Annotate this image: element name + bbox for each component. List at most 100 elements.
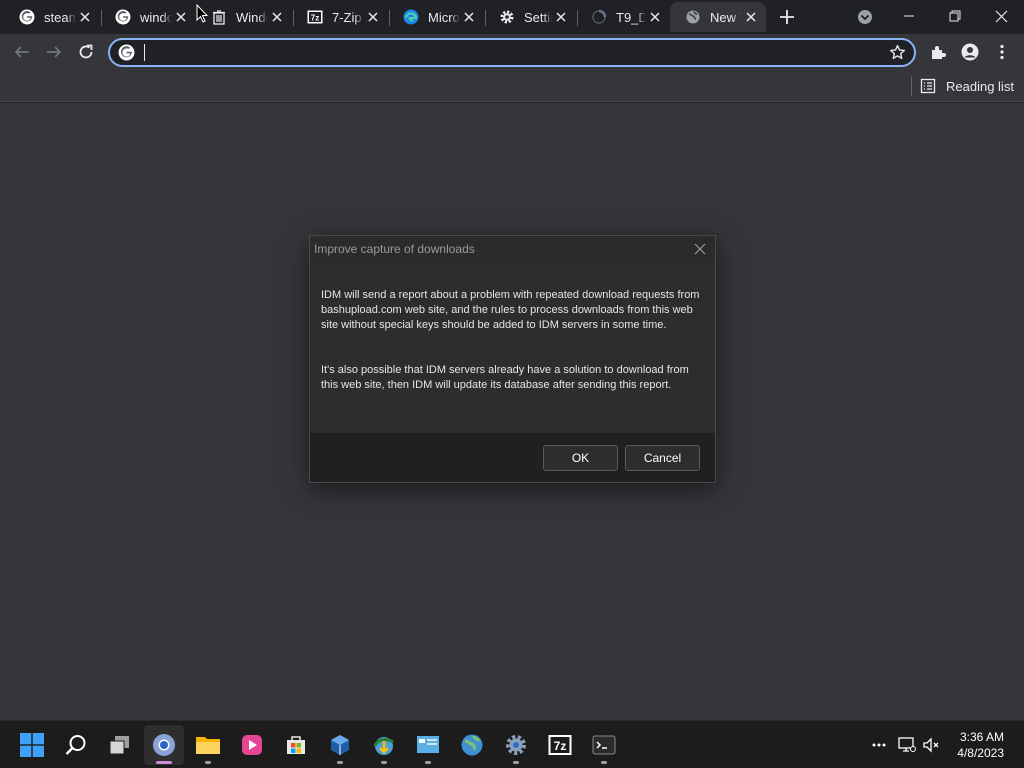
- close-tab-icon[interactable]: [742, 8, 760, 26]
- taskbar-7zip[interactable]: 7z: [540, 725, 580, 765]
- 7zip-icon: 7z: [306, 8, 324, 26]
- taskbar-chrome[interactable]: [144, 725, 184, 765]
- taskbar-search-button[interactable]: [56, 725, 96, 765]
- minimize-button[interactable]: [886, 0, 932, 32]
- taskbar-microsoft-store[interactable]: [276, 725, 316, 765]
- puzzle-icon: [932, 46, 946, 59]
- tab-t9-dl[interactable]: T9_Dl: [576, 2, 670, 32]
- tab-title: New Tab: [710, 9, 742, 25]
- tab-title: Settings: [524, 9, 552, 25]
- active-indicator: [156, 761, 172, 764]
- google-icon: [118, 44, 135, 66]
- google-icon: [114, 8, 132, 26]
- close-tab-icon[interactable]: [172, 8, 190, 26]
- tab-title: windows: [140, 9, 172, 25]
- tab-settings[interactable]: Settings: [484, 2, 576, 32]
- taskbar-idm[interactable]: [364, 725, 404, 765]
- bookmarks-divider: [911, 76, 912, 96]
- start-icon: [20, 733, 44, 757]
- menu-button[interactable]: [986, 36, 1018, 68]
- reading-list-label: Reading list: [946, 78, 1014, 94]
- dialog-message-1: IDM will send a report about a problem w…: [321, 289, 700, 331]
- control-panel-icon: [417, 736, 439, 753]
- extensions-button[interactable]: [922, 36, 954, 68]
- terminal-icon: [592, 735, 616, 755]
- close-tab-icon[interactable]: [76, 8, 94, 26]
- media-player-icon: [242, 735, 262, 755]
- back-button[interactable]: [6, 36, 38, 68]
- volume-muted-icon: [923, 737, 939, 753]
- task-view-icon: [109, 736, 129, 755]
- close-tab-icon[interactable]: [552, 8, 570, 26]
- restore-icon: [949, 10, 961, 22]
- profile-icon: [961, 43, 979, 61]
- tab-steam[interactable]: steam: [4, 2, 100, 32]
- network-icon: [898, 737, 916, 752]
- dialog-close-button[interactable]: [694, 242, 706, 260]
- ok-button[interactable]: OK: [543, 445, 618, 471]
- close-tab-icon[interactable]: [364, 8, 382, 26]
- reading-list-button[interactable]: Reading list: [920, 75, 1014, 97]
- kebab-menu-icon: [1000, 44, 1004, 60]
- system-clock[interactable]: 3:36 AM 4/8/2023: [957, 729, 1004, 761]
- start-button[interactable]: [12, 725, 52, 765]
- chevron-down-icon: [858, 10, 872, 24]
- tab-title: Windows: [236, 9, 268, 25]
- tab-strip: steam windows Windows 7z 7-Zip Microsoft: [0, 0, 1024, 34]
- globe-icon: [461, 734, 483, 756]
- dialog-body: IDM will send a report about a problem w…: [310, 262, 715, 433]
- dialog-titlebar: Improve capture of downloads: [310, 236, 715, 262]
- microsoft-store-icon: [287, 736, 305, 754]
- tab-search-button[interactable]: [849, 1, 881, 33]
- profile-button[interactable]: [954, 36, 986, 68]
- taskbar-file-explorer[interactable]: [188, 725, 228, 765]
- taskbar-virtualbox[interactable]: [320, 725, 360, 765]
- taskbar-media-player[interactable]: [232, 725, 272, 765]
- taskbar-settings[interactable]: [496, 725, 536, 765]
- close-tab-icon[interactable]: [460, 8, 478, 26]
- new-tab-button[interactable]: [771, 1, 803, 33]
- restore-button[interactable]: [932, 0, 978, 32]
- globe-icon: [684, 8, 702, 26]
- taskbar: 7z 3:36 AM 4/8/2023: [0, 720, 1024, 768]
- volume-status[interactable]: [920, 733, 942, 757]
- svg-text:7z: 7z: [311, 14, 319, 23]
- close-window-button[interactable]: [978, 0, 1024, 32]
- google-icon: [18, 8, 36, 26]
- mouse-cursor-icon: [196, 4, 208, 23]
- clock-time: 3:36 AM: [959, 730, 1004, 744]
- tab-title: 7-Zip: [332, 9, 362, 25]
- taskbar-globe[interactable]: [452, 725, 492, 765]
- virtualbox-icon: [331, 735, 349, 755]
- close-icon: [995, 10, 1007, 22]
- address-bar[interactable]: [108, 38, 916, 67]
- tab-microsoft[interactable]: Microsoft: [388, 2, 484, 32]
- forward-button[interactable]: [38, 36, 70, 68]
- settings-icon: [506, 735, 526, 755]
- arrow-right-icon: [47, 46, 62, 58]
- bookmarks-bar: Reading list: [0, 70, 1024, 102]
- network-status[interactable]: [896, 733, 918, 757]
- taskbar-control-panel[interactable]: [408, 725, 448, 765]
- dialog-footer: OK Cancel: [310, 433, 715, 482]
- tab-windows-2[interactable]: Windows: [196, 2, 292, 32]
- clock-date: 4/8/2023: [957, 746, 1004, 760]
- show-hidden-icons-button[interactable]: [868, 733, 890, 757]
- tab-title: Microsoft: [428, 9, 460, 25]
- tab-7zip[interactable]: 7z 7-Zip: [292, 2, 388, 32]
- dialog-title: Improve capture of downloads: [314, 242, 475, 256]
- text-cursor: [144, 44, 145, 61]
- file-explorer-icon: [196, 737, 220, 754]
- search-icon: [65, 735, 86, 755]
- taskbar-terminal[interactable]: [584, 725, 624, 765]
- tab-windows[interactable]: windows: [100, 2, 196, 32]
- cancel-button[interactable]: Cancel: [625, 445, 700, 471]
- task-view-button[interactable]: [100, 725, 140, 765]
- reload-button[interactable]: [70, 36, 102, 68]
- tab-new-tab[interactable]: New Tab: [670, 2, 766, 32]
- trash-icon: [210, 8, 228, 26]
- close-tab-icon[interactable]: [646, 8, 664, 26]
- close-tab-icon[interactable]: [268, 8, 286, 26]
- improve-capture-dialog: Improve capture of downloads IDM will se…: [309, 235, 716, 483]
- bookmark-star-icon[interactable]: [889, 44, 906, 66]
